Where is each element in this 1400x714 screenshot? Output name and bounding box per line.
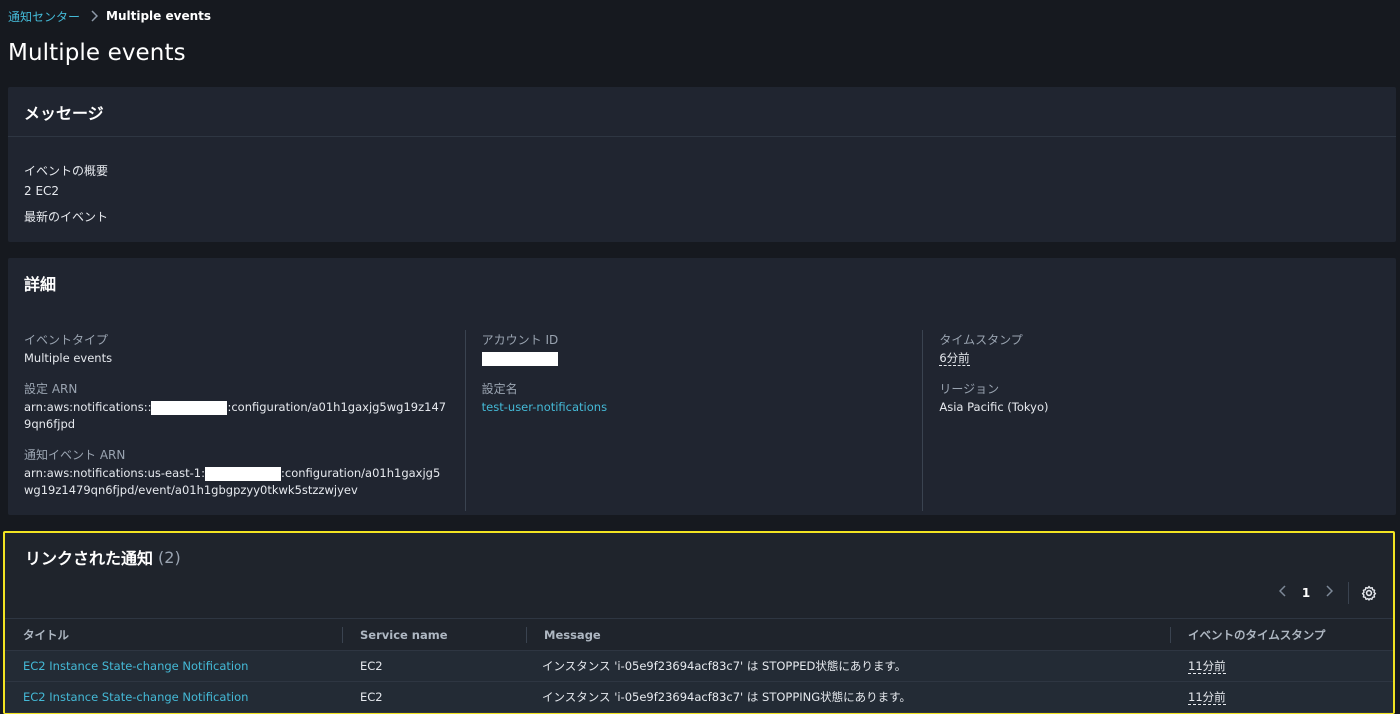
breadcrumb-current: Multiple events bbox=[106, 9, 212, 23]
timestamp-label: タイムスタンプ bbox=[939, 333, 1023, 347]
account-id-value bbox=[481, 350, 907, 367]
gear-icon[interactable] bbox=[1361, 585, 1377, 601]
table-row: EC2 Instance State-change Notification E… bbox=[5, 681, 1393, 713]
redacted-account-id bbox=[481, 351, 558, 366]
table-row: EC2 Instance State-change Notification E… bbox=[5, 650, 1393, 682]
event-arn-value: arn:aws:notifications:us-east-1::configu… bbox=[24, 465, 449, 499]
linked-notifications-panel: リンクされた通知 (2) 1 タイトル Service name Message… bbox=[3, 531, 1395, 714]
event-summary-label: イベントの概要 bbox=[24, 164, 109, 178]
redacted-account-id bbox=[151, 400, 228, 415]
linked-notifications-count: (2) bbox=[158, 547, 181, 567]
notification-title-link[interactable]: EC2 Instance State-change Notification bbox=[23, 659, 248, 673]
table-header-row: タイトル Service name Message イベントのタイムスタンプ bbox=[5, 618, 1393, 651]
message-panel-header: メッセージ bbox=[8, 87, 1396, 137]
config-name-link[interactable]: test-user-notifications bbox=[482, 400, 607, 414]
pagination: 1 bbox=[1276, 581, 1377, 605]
event-timestamp-cell[interactable]: 11分前 bbox=[1188, 659, 1226, 674]
config-arn-label: 設定 ARN bbox=[24, 382, 78, 396]
service-name-cell: EC2 bbox=[342, 681, 526, 713]
message-panel: メッセージ イベントの概要 2 EC2 最新のイベント bbox=[8, 87, 1396, 242]
page-title: Multiple events bbox=[8, 40, 186, 66]
message-cell: インスタンス 'i-05e9f23694acf83c7' は STOPPED状態… bbox=[526, 650, 1170, 682]
event-timestamp-cell[interactable]: 11分前 bbox=[1188, 690, 1226, 705]
details-column-1: イベントタイプ Multiple events 設定 ARN arn:aws:n… bbox=[24, 330, 465, 511]
event-type-label: イベントタイプ bbox=[24, 333, 109, 347]
event-summary-value: 2 EC2 bbox=[24, 184, 60, 198]
breadcrumb: 通知センター Multiple events bbox=[8, 8, 211, 24]
details-column-2: アカウント ID 設定名 test-user-notifications bbox=[464, 330, 923, 511]
config-name-label: 設定名 bbox=[481, 382, 518, 396]
column-header-event-timestamp[interactable]: イベントのタイムスタンプ bbox=[1170, 618, 1393, 651]
linked-notifications-title: リンクされた通知 bbox=[25, 549, 154, 568]
latest-event-label: 最新のイベント bbox=[24, 210, 109, 224]
event-type-value: Multiple events bbox=[24, 351, 113, 365]
details-column-3: タイムスタンプ 6分前 リージョン Asia Pacific (Tokyo) bbox=[922, 330, 1380, 511]
column-header-service-name[interactable]: Service name bbox=[342, 618, 526, 651]
timestamp-value[interactable]: 6分前 bbox=[939, 351, 970, 366]
chevron-right-icon[interactable] bbox=[1322, 585, 1336, 601]
notification-title-link[interactable]: EC2 Instance State-change Notification bbox=[23, 690, 248, 704]
message-cell: インスタンス 'i-05e9f23694acf83c7' は STOPPING状… bbox=[526, 681, 1170, 713]
details-panel: 詳細 イベントタイプ Multiple events 設定 ARN arn:aw… bbox=[8, 258, 1396, 515]
pager-divider bbox=[1348, 582, 1349, 604]
redacted-account-id bbox=[205, 466, 281, 481]
event-arn-label: 通知イベント ARN bbox=[24, 448, 126, 462]
region-value: Asia Pacific (Tokyo) bbox=[939, 400, 1049, 414]
region-label: リージョン bbox=[939, 382, 1000, 396]
config-arn-value: arn:aws:notifications:::configuration/a0… bbox=[24, 399, 449, 433]
event-arn-prefix: arn:aws:notifications:us-east-1: bbox=[24, 466, 205, 480]
config-arn-prefix: arn:aws:notifications:: bbox=[24, 400, 152, 414]
current-page-number[interactable]: 1 bbox=[1300, 586, 1312, 600]
column-header-message[interactable]: Message bbox=[526, 618, 1170, 651]
breadcrumb-notification-center-link[interactable]: 通知センター bbox=[8, 8, 80, 25]
chevron-right-icon bbox=[90, 10, 99, 22]
details-panel-header: 詳細 bbox=[24, 275, 57, 294]
service-name-cell: EC2 bbox=[342, 650, 526, 682]
linked-notifications-header: リンクされた通知 (2) bbox=[5, 533, 1393, 581]
column-header-title[interactable]: タイトル bbox=[5, 618, 342, 651]
chevron-left-icon[interactable] bbox=[1276, 585, 1290, 601]
account-id-label: アカウント ID bbox=[481, 333, 559, 347]
linked-notifications-table: タイトル Service name Message イベントのタイムスタンプ E… bbox=[5, 618, 1393, 713]
